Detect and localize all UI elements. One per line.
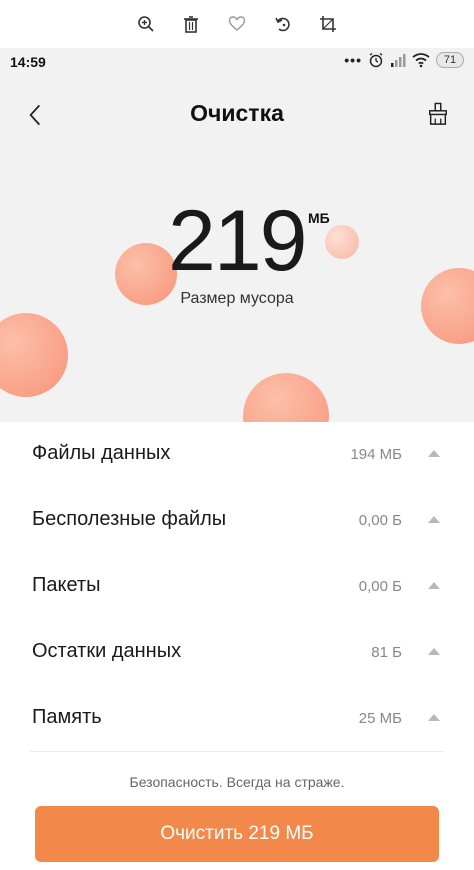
phone-screen: 14:59 ••• 71 Очистка 219 МБ Размер мусор… [0, 48, 474, 870]
wifi-icon [412, 53, 430, 68]
signal-icon [391, 54, 406, 67]
list-item-label: Память [32, 706, 102, 728]
collapse-arrow-icon [428, 648, 440, 655]
junk-size-unit: МБ [308, 210, 330, 226]
status-bar: 14:59 ••• 71 [0, 48, 474, 76]
zoom-in-icon[interactable] [134, 12, 158, 36]
notification-dots: ••• [344, 52, 362, 68]
list-item-packages[interactable]: Пакеты 0,00 Б [0, 554, 474, 620]
clean-button[interactable]: Очистить 219 МБ [35, 806, 439, 862]
junk-size-value: 219 [168, 193, 307, 289]
crop-icon[interactable] [316, 12, 340, 36]
brush-icon [429, 102, 447, 125]
clean-settings-button[interactable] [422, 98, 454, 130]
junk-size-label: Размер мусора [180, 290, 294, 307]
alarm-icon [369, 52, 383, 68]
list-item-value: 0,00 Б [358, 512, 402, 529]
heart-icon[interactable] [225, 12, 249, 36]
collapse-arrow-icon [428, 714, 440, 721]
battery-indicator: 71 [436, 52, 464, 68]
trash-icon[interactable] [179, 12, 203, 36]
decor-bubble [0, 313, 68, 397]
decor-bubble [325, 225, 359, 259]
list-item-value: 25 МБ [358, 710, 402, 727]
list-item-useless-files[interactable]: Бесполезные файлы 0,00 Б [0, 488, 474, 554]
list-item-data-files[interactable]: Файлы данных 194 МБ [0, 422, 474, 488]
list-item-value: 194 МБ [350, 446, 402, 463]
page-title: Очистка [190, 100, 284, 126]
list-item-label: Остатки данных [32, 640, 182, 662]
footer: Безопасность. Всегда на страже. Очистить… [0, 752, 474, 870]
junk-size-hero: 219 МБ Размер мусора [0, 168, 474, 459]
collapse-arrow-icon [428, 582, 440, 589]
list-item-label: Пакеты [32, 574, 101, 596]
rotate-icon[interactable] [271, 12, 295, 36]
security-tagline: Безопасность. Всегда на страже. [129, 774, 345, 790]
list-item-label: Бесполезные файлы [32, 508, 227, 530]
viewer-toolbar [0, 0, 474, 48]
list-item-memory[interactable]: Память 25 МБ [0, 686, 474, 752]
list-item-value: 81 Б [371, 644, 402, 661]
header: Очистка [0, 88, 474, 144]
status-time: 14:59 [10, 54, 46, 70]
status-icons: ••• 71 [344, 52, 464, 68]
collapse-arrow-icon [428, 516, 440, 523]
list-item-residual-data[interactable]: Остатки данных 81 Б [0, 620, 474, 686]
list-item-value: 0,00 Б [358, 578, 402, 595]
list-item-label: Файлы данных [32, 442, 171, 464]
junk-category-list: Файлы данных 194 МБ Бесполезные файлы 0,… [0, 422, 474, 762]
collapse-arrow-icon [428, 450, 440, 457]
